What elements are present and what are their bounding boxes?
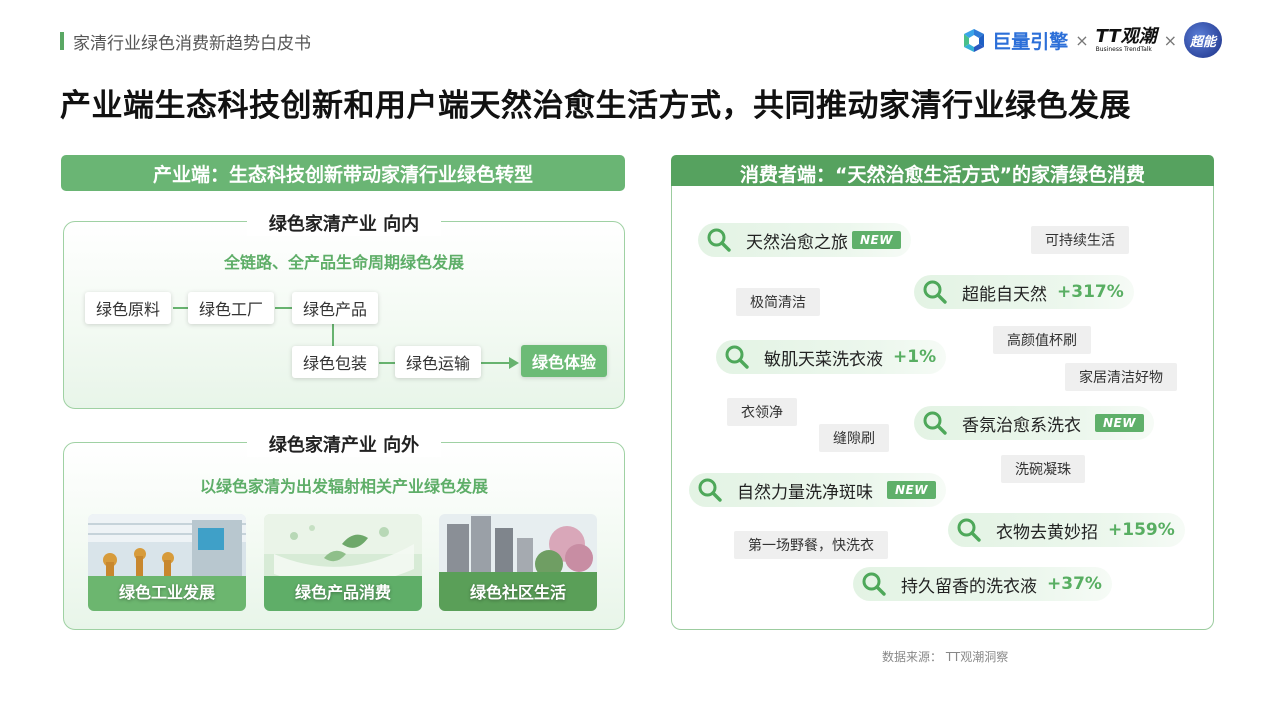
flow-node-packaging: 绿色包装: [292, 346, 379, 378]
tag-cup-brush: 高颜值杯刷: [993, 326, 1091, 354]
tag-sustainable-life: 可持续生活: [1031, 226, 1129, 254]
keyword-text: 持久留香的洗衣液: [901, 576, 1037, 597]
keyword-sensitive-detergent: 敏肌天菜洗衣液 +1%: [716, 340, 947, 374]
data-source: 数据来源： TT观潮洞察: [882, 650, 1009, 664]
times-sign: ×: [1075, 30, 1089, 50]
new-badge: NEW: [852, 231, 901, 249]
flow-node-factory: 绿色工厂: [188, 292, 275, 324]
outward-box: 绿色家清产业 向外 以绿色家清为出发辐射相关产业绿色发展 绿色工业发展 绿色产品…: [63, 431, 625, 630]
inward-title: 绿色家清产业 向内: [64, 210, 624, 236]
chaoneng-logo: 超能: [1184, 22, 1222, 58]
search-icon: [724, 344, 750, 370]
keyword-lasting-fragrance: 持久留香的洗衣液 +37%: [853, 567, 1112, 601]
industry-panel-header: 产业端：生态科技创新带动家清行业绿色转型: [61, 155, 625, 191]
industrial-image: 绿色工业发展: [88, 514, 246, 611]
product-image: 绿色产品消费: [264, 514, 422, 611]
keyword-text: 衣物去黄妙招: [996, 522, 1098, 543]
outward-subtitle: 以绿色家清为出发辐射相关产业绿色发展: [199, 477, 488, 496]
tag-collar-clean: 衣领净: [727, 398, 797, 426]
report-label-text: 家清行业绿色消费新趋势白皮书: [73, 33, 311, 54]
growth-percent: +1%: [893, 347, 937, 367]
inward-subtitle: 全链路、全产品生命周期绿色发展: [223, 253, 464, 272]
keyword-natural-stain: 自然力量洗净斑味 NEW: [689, 473, 946, 507]
keyword-text: 敏肌天菜洗衣液: [764, 349, 883, 370]
tt-logo-sub: Business TrendTalk: [1095, 45, 1152, 53]
growth-percent: +37%: [1047, 574, 1102, 594]
keyword-text: 超能自天然: [962, 284, 1047, 305]
oceanengine-mark-icon: [960, 26, 988, 54]
tag-picnic-wash: 第一场野餐，快洗衣: [734, 531, 888, 559]
keyword-text: 天然治愈之旅: [746, 232, 848, 253]
keyword-text: 自然力量洗净斑味: [737, 482, 873, 503]
flow-connector: [332, 322, 334, 348]
search-icon: [956, 517, 982, 543]
community-image: 绿色社区生活: [439, 514, 597, 611]
community-caption: 绿色社区生活: [469, 583, 566, 602]
keyword-chaoneng-natural: 超能自天然 +317%: [914, 275, 1134, 309]
tag-minimal-clean: 极简清洁: [736, 288, 820, 316]
keyword-text: 香氛治愈系洗衣: [962, 415, 1081, 436]
search-icon: [706, 227, 732, 253]
outward-title: 绿色家清产业 向外: [64, 431, 624, 457]
product-caption: 绿色产品消费: [294, 583, 391, 602]
flow-node-product: 绿色产品: [292, 292, 379, 324]
tt-trendtalk-logo: TT观潮 Business TrendTalk: [1095, 25, 1157, 53]
keyword-fragrance-laundry: 香氛治愈系洗衣 NEW: [914, 406, 1154, 440]
flow-arrow-icon: [509, 357, 519, 369]
search-icon: [922, 279, 948, 305]
page-title: 产业端生态科技创新和用户端天然治愈生活方式，共同推动家清行业绿色发展: [60, 88, 1131, 124]
industrial-caption: 绿色工业发展: [118, 583, 215, 602]
chaoneng-logo-text: 超能: [1189, 34, 1216, 50]
inward-box: 绿色家清产业 向内 全链路、全产品生命周期绿色发展 绿色原料 绿色工厂 绿色产品…: [63, 210, 625, 409]
flow-connector: [275, 307, 293, 309]
growth-percent: +317%: [1057, 282, 1124, 302]
partner-logos: 巨量引擎 × TT观潮 Business TrendTalk × 超能: [960, 22, 1222, 58]
search-icon: [697, 477, 723, 503]
new-badge: NEW: [887, 481, 936, 499]
search-icon: [861, 571, 887, 597]
keyword-natural-healing: 天然治愈之旅 NEW: [698, 223, 911, 257]
label-accent-bar: [60, 32, 64, 50]
times-sign-2: ×: [1163, 30, 1177, 50]
flow-node-transport: 绿色运输: [395, 346, 482, 378]
search-icon: [922, 410, 948, 436]
tag-dish-pods: 洗碗凝珠: [1001, 455, 1085, 483]
tag-gap-brush: 缝隙刷: [819, 424, 889, 452]
flow-node-experience: 绿色体验: [521, 345, 608, 377]
flow-node-raw-material: 绿色原料: [85, 292, 172, 324]
oceanengine-logo: 巨量引擎: [960, 26, 1068, 54]
growth-percent: +159%: [1108, 520, 1175, 540]
tag-home-clean: 家居清洁好物: [1065, 363, 1177, 391]
new-badge: NEW: [1095, 414, 1144, 432]
report-label: 家清行业绿色消费新趋势白皮书: [60, 30, 311, 54]
flow-connector: [481, 362, 511, 364]
oceanengine-name: 巨量引擎: [992, 30, 1069, 53]
keyword-yellowing-tips: 衣物去黄妙招 +159%: [948, 513, 1185, 547]
tt-logo-main: TT观潮: [1095, 25, 1157, 47]
